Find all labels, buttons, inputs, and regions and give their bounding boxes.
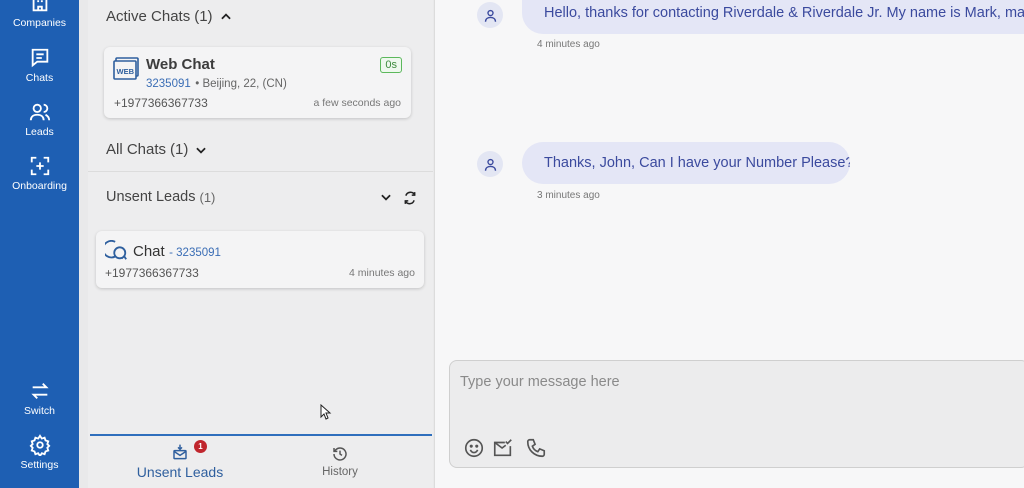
emoji-button[interactable] xyxy=(463,437,485,459)
gear-icon xyxy=(29,434,50,456)
nav-onboarding-label: Onboarding xyxy=(12,180,67,192)
chat-bubbles-icon xyxy=(105,240,127,260)
users-icon xyxy=(29,103,50,121)
nav-chats-label: Chats xyxy=(25,72,54,84)
nav-onboarding[interactable]: Onboarding xyxy=(0,155,79,192)
phone-icon xyxy=(526,438,546,458)
active-chat-timer: 0s xyxy=(380,57,402,73)
svg-text:WEB: WEB xyxy=(117,67,135,76)
tab-unsent-leads[interactable]: Unsent Leads xyxy=(120,436,240,488)
section-divider xyxy=(88,171,433,172)
chevron-down-icon[interactable] xyxy=(379,190,393,204)
active-chats-label: Active Chats xyxy=(106,8,191,25)
agent-avatar xyxy=(477,151,503,177)
chevron-down-icon[interactable] xyxy=(194,143,208,157)
tab-history-label: History xyxy=(322,466,358,478)
nav-companies[interactable]: Companies xyxy=(0,0,79,29)
nav-chats[interactable]: Chats xyxy=(0,47,79,84)
agent-avatar xyxy=(477,2,503,28)
nav-switch-label: Switch xyxy=(24,405,55,417)
nav-leads[interactable]: Leads xyxy=(0,101,79,138)
unsent-leads-label: Unsent Leads xyxy=(106,189,196,205)
tab-unsent-leads-label: Unsent Leads xyxy=(136,464,224,480)
panel-tabs: Unsent Leads 1 History xyxy=(90,434,432,488)
message-composer xyxy=(449,360,1024,468)
all-chats-header[interactable]: All Chats (1) xyxy=(106,141,208,158)
building-icon xyxy=(32,0,47,12)
chat-message-bubble: Thanks, John, Can I have your Number Ple… xyxy=(522,142,850,184)
unsent-lead-time: 4 minutes ago xyxy=(349,267,415,279)
active-chat-phone: +1977366367733 xyxy=(114,96,208,110)
email-button[interactable] xyxy=(492,437,514,459)
active-chat-id[interactable]: 3235091 xyxy=(146,78,191,90)
all-chats-count: (1) xyxy=(170,141,189,158)
user-icon xyxy=(484,158,496,171)
nav-companies-label: Companies xyxy=(12,17,67,29)
active-chat-time: a few seconds ago xyxy=(313,97,401,109)
chat-message-bubble: Hello, thanks for contacting Riverdale &… xyxy=(522,0,1024,34)
active-chats-header[interactable]: Active Chats (1) xyxy=(106,8,233,25)
refresh-icon[interactable] xyxy=(403,191,417,205)
unsent-lead-title: Chat xyxy=(133,243,165,260)
web-chat-icon: WEB xyxy=(113,57,139,80)
unsent-leads-count: (1) xyxy=(199,189,216,205)
chat-icon xyxy=(31,48,48,68)
nav-switch[interactable]: Switch xyxy=(0,380,79,417)
tab-history[interactable]: History xyxy=(295,436,385,488)
message-input[interactable] xyxy=(460,369,1010,395)
smiley-icon xyxy=(464,438,484,458)
unsent-lead-title-row: Chat - 3235091 xyxy=(133,243,221,261)
chevron-up-icon[interactable] xyxy=(219,10,233,24)
unsent-lead-card[interactable]: Chat - 3235091 +1977366367733 4 minutes … xyxy=(96,231,424,288)
chat-list-scroll: Active Chats (1) WEB Web Chat 3235091 • … xyxy=(88,0,433,435)
chat-message-time: 3 minutes ago xyxy=(537,190,600,201)
user-icon xyxy=(484,9,496,22)
switch-arrows-icon xyxy=(30,383,49,399)
nav-settings[interactable]: Settings xyxy=(0,434,79,471)
mouse-cursor-icon xyxy=(320,404,332,420)
chat-list-panel: Active Chats (1) WEB Web Chat 3235091 • … xyxy=(88,0,433,488)
active-chat-title: Web Chat xyxy=(146,56,215,73)
add-frame-icon xyxy=(30,156,49,176)
history-icon xyxy=(333,447,347,461)
unsent-lead-id[interactable]: - 3235091 xyxy=(169,247,221,259)
unsent-leads-badge: 1 xyxy=(194,440,207,453)
all-chats-label: All Chats xyxy=(106,141,167,158)
unsent-leads-header: Unsent Leads (1) xyxy=(106,189,215,205)
mail-download-icon xyxy=(173,444,187,460)
active-chat-card[interactable]: WEB Web Chat 3235091 • Beijing, 22, (CN)… xyxy=(104,47,411,118)
nav-settings-label: Settings xyxy=(20,459,59,471)
unsent-lead-phone: +1977366367733 xyxy=(105,266,199,280)
nav-leads-label: Leads xyxy=(25,126,54,138)
active-chats-count: (1) xyxy=(194,8,213,25)
chat-message-time: 4 minutes ago xyxy=(537,39,600,50)
call-button[interactable] xyxy=(525,437,547,459)
active-chat-meta: 3235091 • Beijing, 22, (CN) xyxy=(146,74,287,92)
nav-rail: Companies Chats Leads Onboarding Switch … xyxy=(0,0,79,488)
chat-message-text: Thanks, John, Can I have your Number Ple… xyxy=(544,155,850,171)
chat-message-text: Hello, thanks for contacting Riverdale &… xyxy=(544,5,1024,21)
active-chat-location: • Beijing, 22, (CN) xyxy=(195,78,287,90)
mail-check-icon xyxy=(493,439,512,457)
